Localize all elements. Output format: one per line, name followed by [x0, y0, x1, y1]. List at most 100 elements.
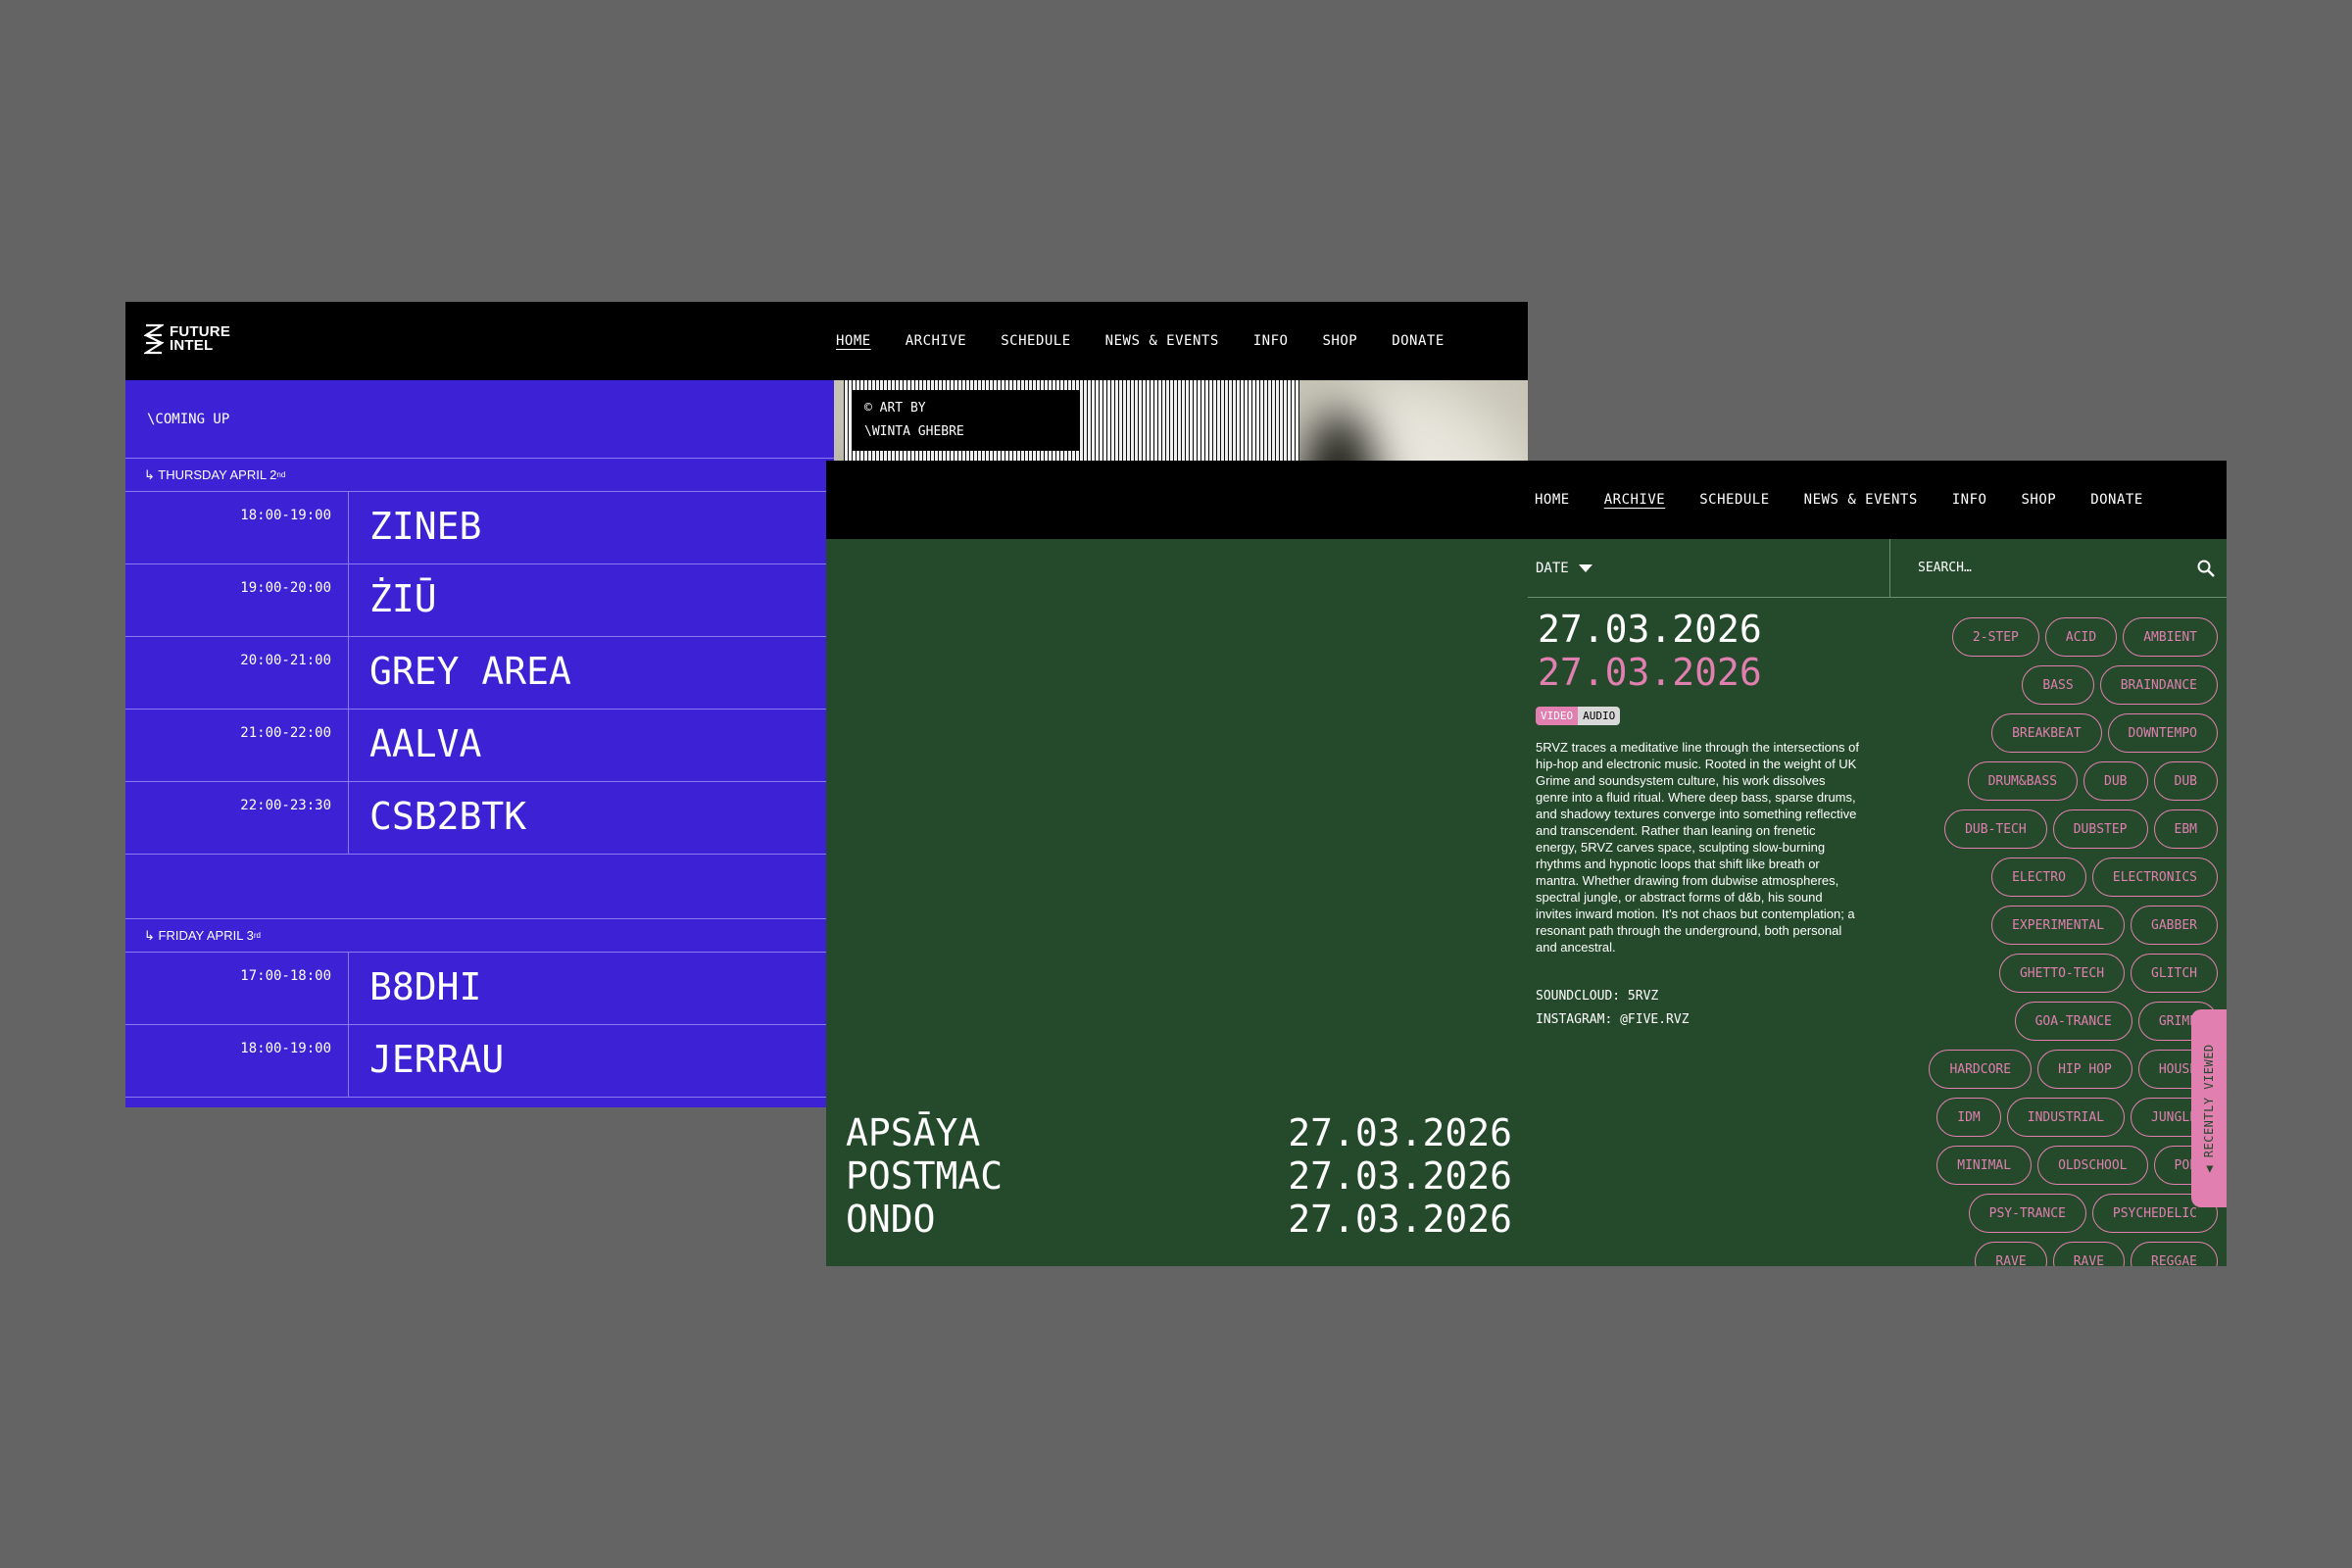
logo[interactable]: FUTURE INTEL — [144, 323, 230, 355]
home-main-nav: HOME ARCHIVE SCHEDULE NEWS & EVENTS INFO… — [836, 302, 1445, 380]
schedule-slot[interactable]: 22:00-23:30 CSB2BTK — [125, 782, 834, 855]
genre-tag-row: BREAKBEAT DOWNTEMPO — [1894, 713, 2218, 753]
slot-artist[interactable]: JERRAU — [349, 1025, 834, 1097]
genre-tag-row: IDM INDUSTRIAL JUNGLE — [1894, 1098, 2218, 1137]
genre-tag[interactable]: ELECTRONICS — [2091, 858, 2218, 897]
nav-news-events[interactable]: NEWS & EVENTS — [1804, 492, 1918, 508]
genre-tag[interactable]: DUB-TECH — [1944, 809, 2047, 849]
nav-news-events[interactable]: NEWS & EVENTS — [1105, 333, 1219, 349]
schedule-slot[interactable]: 18:00-19:00 ZINEB — [125, 492, 834, 564]
genre-tag-row: 2-STEP ACID AMBIENT — [1894, 617, 2218, 657]
nav-schedule[interactable]: SCHEDULE — [1699, 492, 1769, 508]
archive-row-date: 27.03.2026 — [1288, 1154, 1512, 1198]
genre-tag[interactable]: RAVE — [2052, 1242, 2126, 1266]
recently-viewed-tab[interactable]: ◀ RECENTLY VIEWED — [2191, 1009, 2227, 1207]
art-credit-line-2[interactable]: \WINTA GHEBRE — [864, 420, 1080, 444]
soundcloud-link[interactable]: SOUNDCLOUD: 5RVZ — [1536, 985, 1866, 1008]
genre-tag[interactable]: DUB — [2083, 761, 2148, 801]
genre-tag[interactable]: IDM — [1936, 1098, 2001, 1137]
nav-donate[interactable]: DONATE — [2090, 492, 2143, 508]
date-sort-dropdown[interactable]: DATE — [1528, 539, 1890, 597]
day-suffix: rd — [253, 931, 261, 940]
genre-tag[interactable]: DUB — [2153, 761, 2218, 801]
nav-home[interactable]: HOME — [1535, 492, 1570, 508]
schedule-slot[interactable]: 19:00-20:00 ŻIŪ — [125, 564, 834, 637]
genre-tag[interactable]: BRAINDANCE — [2099, 665, 2218, 705]
nav-donate[interactable]: DONATE — [1392, 333, 1445, 349]
nav-info[interactable]: INFO — [1253, 333, 1289, 349]
genre-tag[interactable]: BASS — [2022, 665, 2094, 705]
day-header-friday: ↳ FRIDAY APRIL 3rd — [125, 919, 834, 953]
genre-tag[interactable]: 2-STEP — [1951, 617, 2039, 657]
genre-tag[interactable]: ELECTRO — [1991, 858, 2086, 897]
video-toggle-button[interactable]: VIDEO — [1536, 707, 1579, 725]
slot-artist[interactable]: ŻIŪ — [349, 564, 834, 636]
genre-tag[interactable]: GHETTO-TECH — [1998, 954, 2126, 993]
nav-info[interactable]: INFO — [1952, 492, 1987, 508]
slot-artist[interactable]: CSB2BTK — [349, 782, 834, 854]
genre-tag[interactable]: DOWNTEMPO — [2107, 713, 2218, 753]
slot-artist[interactable]: B8DHI — [349, 953, 834, 1024]
schedule-slot[interactable]: 21:00-22:00 AALVA — [125, 710, 834, 782]
genre-tag[interactable]: AMBIENT — [2123, 617, 2218, 657]
genre-tag[interactable]: EBM — [2153, 809, 2218, 849]
genre-tag[interactable]: GOA-TRANCE — [2014, 1002, 2132, 1041]
search-input[interactable] — [1916, 560, 2175, 576]
genre-tag[interactable]: OLDSCHOOL — [2037, 1146, 2148, 1185]
search-icon[interactable] — [2197, 560, 2215, 577]
genre-tag[interactable]: REGGAE — [2131, 1242, 2218, 1266]
recently-viewed-label: ◀ RECENTLY VIEWED — [2202, 1044, 2216, 1173]
genre-tag[interactable]: GABBER — [2131, 906, 2218, 945]
art-credit-line-1: © ART BY — [864, 401, 926, 416]
genre-tag[interactable]: INDUSTRIAL — [2006, 1098, 2126, 1137]
audio-toggle-button[interactable]: AUDIO — [1578, 707, 1621, 725]
genre-tag[interactable]: EXPERIMENTAL — [1991, 906, 2126, 945]
nav-home[interactable]: HOME — [836, 333, 871, 349]
instagram-link[interactable]: INSTAGRAM: @FIVE.RVZ — [1536, 1008, 1866, 1032]
nav-archive[interactable]: ARCHIVE — [906, 333, 967, 349]
genre-tag-cloud: 2-STEP ACID AMBIENT BASS BRAINDANCE BREAKBEAT… — [1894, 617, 2218, 1266]
slot-artist[interactable]: AALVA — [349, 710, 834, 781]
genre-tag[interactable]: BREAKBEAT — [1991, 713, 2102, 753]
nav-shop[interactable]: SHOP — [2021, 492, 2056, 508]
day-header-thursday: ↳ THURSDAY APRIL 2nd — [125, 459, 834, 492]
day-spacer — [125, 855, 834, 919]
nav-schedule[interactable]: SCHEDULE — [1001, 333, 1070, 349]
archive-row[interactable]: POSTMAC 27.03.2026 — [826, 1154, 1512, 1198]
genre-tag[interactable]: DRUM&BASS — [1967, 761, 2079, 801]
archive-row-name[interactable]: ONDO — [826, 1198, 1288, 1241]
slot-artist[interactable]: GREY AREA — [349, 637, 834, 709]
schedule-slot[interactable]: 17:00-18:00 B8DHI — [125, 953, 834, 1025]
archive-row-name[interactable]: POSTMAC — [826, 1154, 1288, 1198]
archive-window: HOME ARCHIVE SCHEDULE NEWS & EVENTS INFO… — [826, 461, 2227, 1266]
archive-row[interactable]: APSĀYA 27.03.2026 — [826, 1111, 1512, 1154]
archive-row-date: 27.03.2026 — [1288, 1111, 1512, 1154]
genre-tag-row: PSY-TRANCE PSYCHEDELIC — [1894, 1194, 2218, 1233]
archive-detail: 27.03.2026 27.03.2026 VIDEO AUDIO 5RVZ t… — [1528, 608, 1866, 1032]
archive-row-date: 27.03.2026 — [1288, 1198, 1512, 1241]
archive-row-name[interactable]: APSĀYA — [826, 1111, 1288, 1154]
schedule-slot[interactable]: 20:00-21:00 GREY AREA — [125, 637, 834, 710]
genre-tag-row: ELECTRO ELECTRONICS — [1894, 858, 2218, 897]
slot-time: 19:00-20:00 — [125, 564, 349, 636]
genre-tag-row: BASS BRAINDANCE — [1894, 665, 2218, 705]
genre-tag[interactable]: DUBSTEP — [2052, 809, 2148, 849]
genre-tag[interactable]: HARDCORE — [1929, 1050, 2033, 1089]
genre-tag[interactable]: MINIMAL — [1936, 1146, 2033, 1185]
genre-tag[interactable]: PSY-TRANCE — [1968, 1194, 2086, 1233]
genre-tag[interactable]: GLITCH — [2131, 954, 2218, 993]
artist-bio: 5RVZ traces a meditative line through th… — [1536, 740, 1859, 955]
schedule-slot[interactable]: 18:00-19:00 JERRAU — [125, 1025, 834, 1098]
slot-artist[interactable]: ZINEB — [349, 492, 834, 564]
genre-tag[interactable]: RAVE — [1975, 1242, 2047, 1266]
logo-line-2: INTEL — [170, 337, 214, 354]
future-intel-logo-icon — [144, 323, 164, 355]
slot-time: 17:00-18:00 — [125, 953, 349, 1024]
archive-navbar: HOME ARCHIVE SCHEDULE NEWS & EVENTS INFO… — [826, 461, 2227, 539]
genre-tag[interactable]: ACID — [2044, 617, 2118, 657]
archive-row[interactable]: ONDO 27.03.2026 — [826, 1198, 1512, 1241]
nav-shop[interactable]: SHOP — [1322, 333, 1357, 349]
genre-tag[interactable]: HIP HOP — [2037, 1050, 2132, 1089]
home-navbar: FUTURE INTEL HOME ARCHIVE SCHEDULE NEWS … — [125, 302, 1528, 380]
nav-archive[interactable]: ARCHIVE — [1604, 492, 1666, 508]
